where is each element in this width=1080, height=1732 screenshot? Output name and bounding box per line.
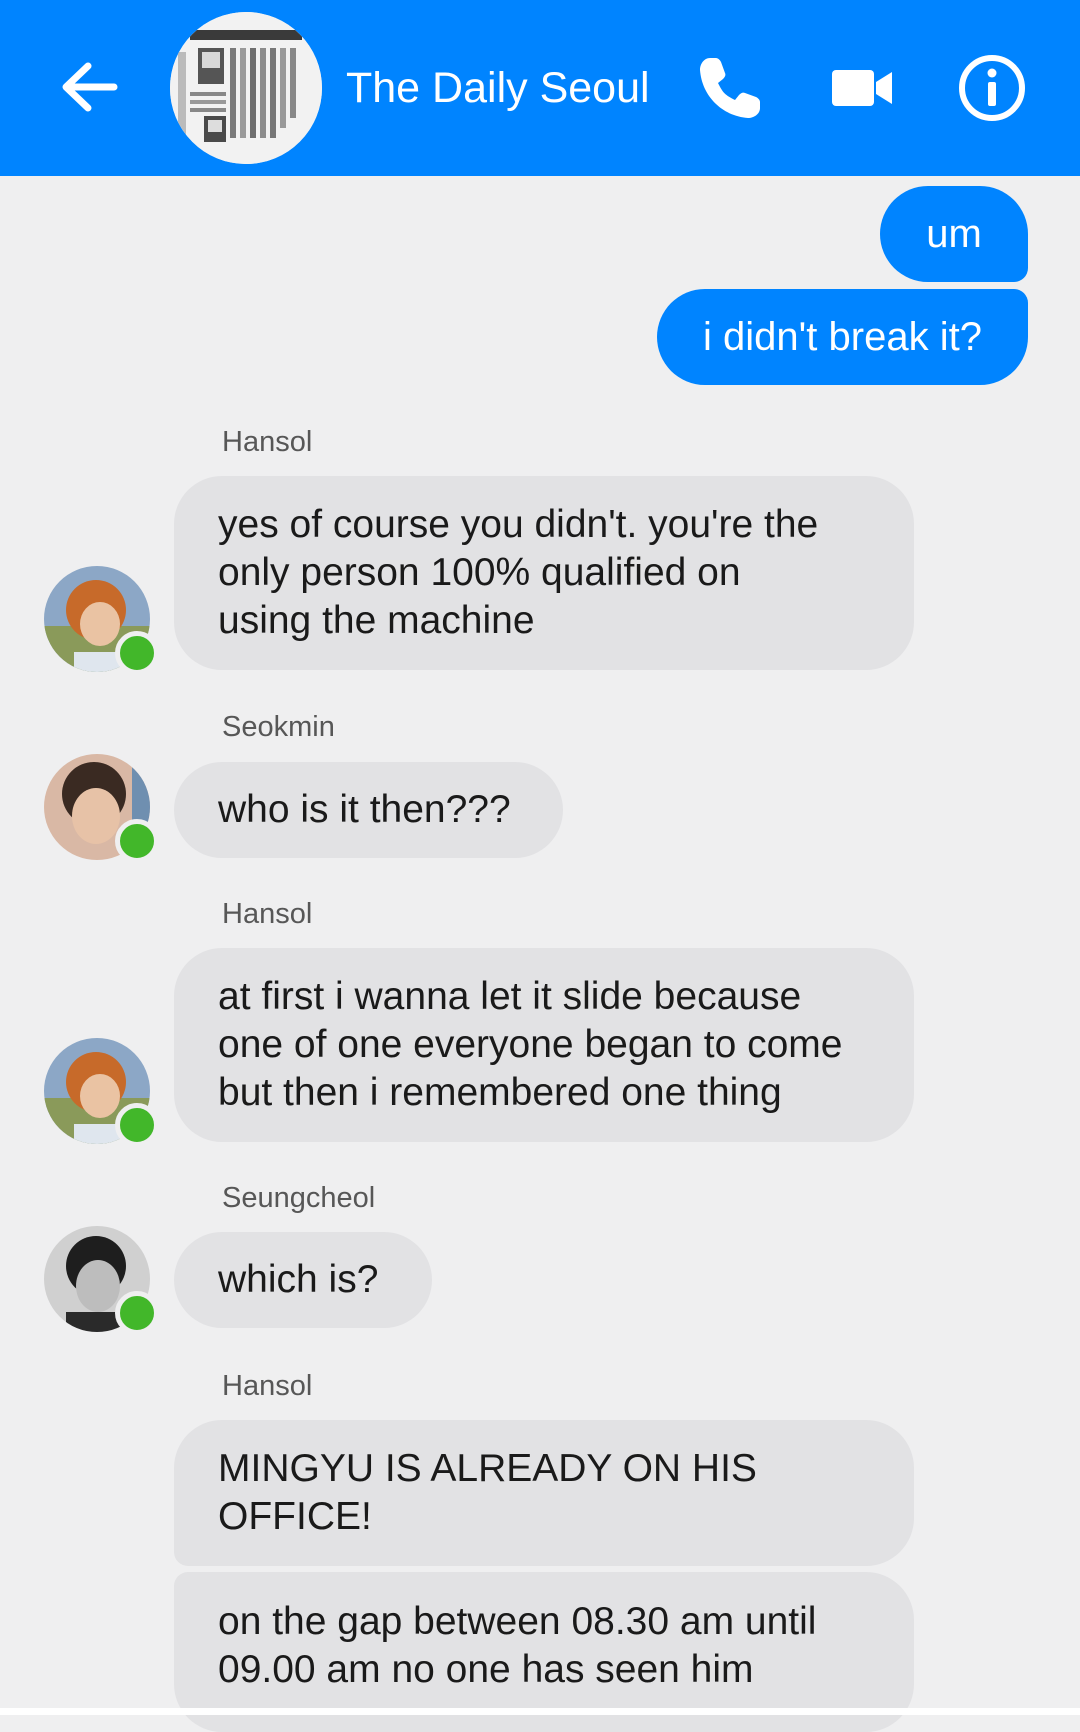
online-status-indicator bbox=[115, 1291, 159, 1335]
info-icon bbox=[959, 55, 1025, 121]
message-text: on the gap between 08.30 am until 09.00 … bbox=[218, 1600, 817, 1691]
video-call-button[interactable] bbox=[822, 48, 902, 128]
phone-icon bbox=[700, 58, 760, 118]
message-text: MINGYU IS ALREADY ON HIS OFFICE! bbox=[218, 1447, 757, 1538]
incoming-message[interactable]: at first i wanna let it slide because on… bbox=[174, 948, 914, 1142]
outgoing-message[interactable]: um bbox=[880, 186, 1028, 282]
outgoing-message[interactable]: i didn't break it? bbox=[657, 289, 1028, 385]
group-avatar[interactable] bbox=[170, 12, 322, 164]
chat-header: The Daily Seoul bbox=[0, 0, 1080, 176]
online-status-indicator bbox=[115, 819, 159, 863]
back-button[interactable] bbox=[54, 52, 124, 122]
incoming-message[interactable]: who is it then??? bbox=[174, 762, 563, 858]
back-arrow-icon bbox=[62, 62, 118, 112]
video-camera-icon bbox=[832, 70, 892, 106]
call-button[interactable] bbox=[690, 48, 770, 128]
bottom-edge bbox=[0, 1708, 1080, 1715]
avatar[interactable] bbox=[44, 1226, 159, 1335]
message-text: um bbox=[926, 211, 982, 256]
sender-name: Seungcheol bbox=[222, 1182, 376, 1214]
avatar[interactable] bbox=[44, 566, 159, 675]
online-status-indicator bbox=[115, 631, 159, 675]
sender-name: Seokmin bbox=[222, 711, 335, 743]
message-text: i didn't break it? bbox=[703, 314, 982, 359]
chat-title: The Daily Seoul bbox=[346, 64, 650, 112]
message-list[interactable]: um i didn't break it? Hansol yes of cour… bbox=[0, 176, 1080, 1732]
message-text: which is? bbox=[218, 1258, 379, 1301]
message-text: yes of course you didn't. you're the onl… bbox=[218, 503, 819, 642]
message-text: who is it then??? bbox=[218, 788, 511, 831]
incoming-message[interactable]: which is? bbox=[174, 1232, 432, 1328]
message-text: at first i wanna let it slide because on… bbox=[218, 975, 843, 1114]
avatar[interactable] bbox=[44, 754, 159, 863]
incoming-message[interactable]: yes of course you didn't. you're the onl… bbox=[174, 476, 914, 670]
sender-name: Hansol bbox=[222, 426, 313, 458]
online-status-indicator bbox=[115, 1103, 159, 1147]
newspaper-image bbox=[170, 12, 322, 164]
avatar[interactable] bbox=[44, 1038, 159, 1147]
incoming-message[interactable]: MINGYU IS ALREADY ON HIS OFFICE! bbox=[174, 1420, 914, 1566]
sender-name: Hansol bbox=[222, 898, 313, 930]
info-button[interactable] bbox=[952, 48, 1032, 128]
sender-name: Hansol bbox=[222, 1370, 313, 1402]
